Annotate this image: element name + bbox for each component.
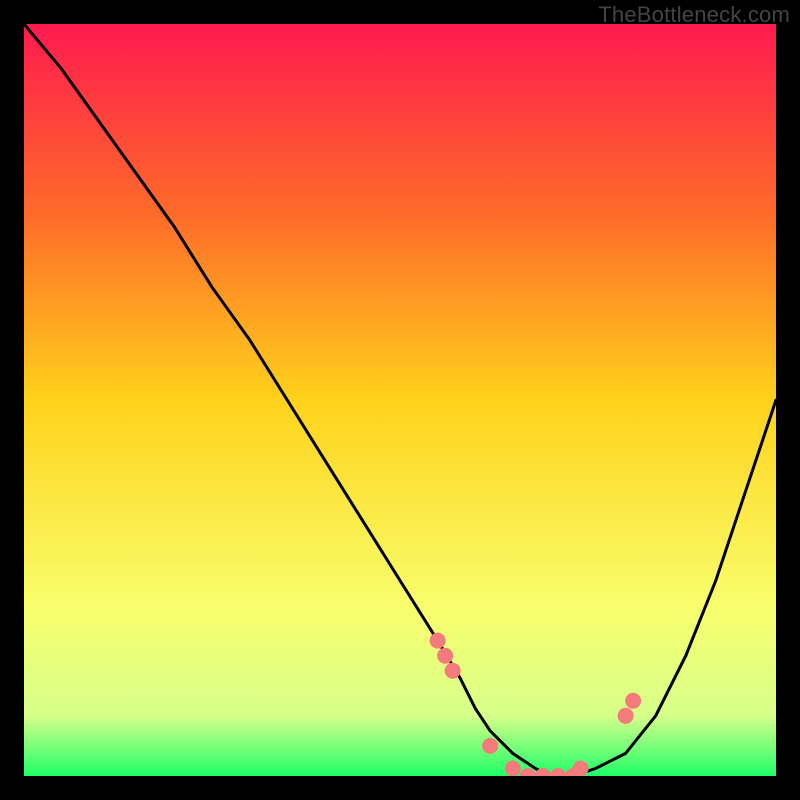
marker-point [437,648,453,664]
marker-point [618,708,634,724]
marker-point [505,761,521,777]
marker-point [482,738,498,754]
marker-point [573,761,589,777]
gradient-rect [24,24,776,776]
marker-point [445,663,461,679]
marker-point [625,693,641,709]
marker-point [430,633,446,649]
chart-svg [24,24,776,776]
chart-frame [24,24,776,776]
